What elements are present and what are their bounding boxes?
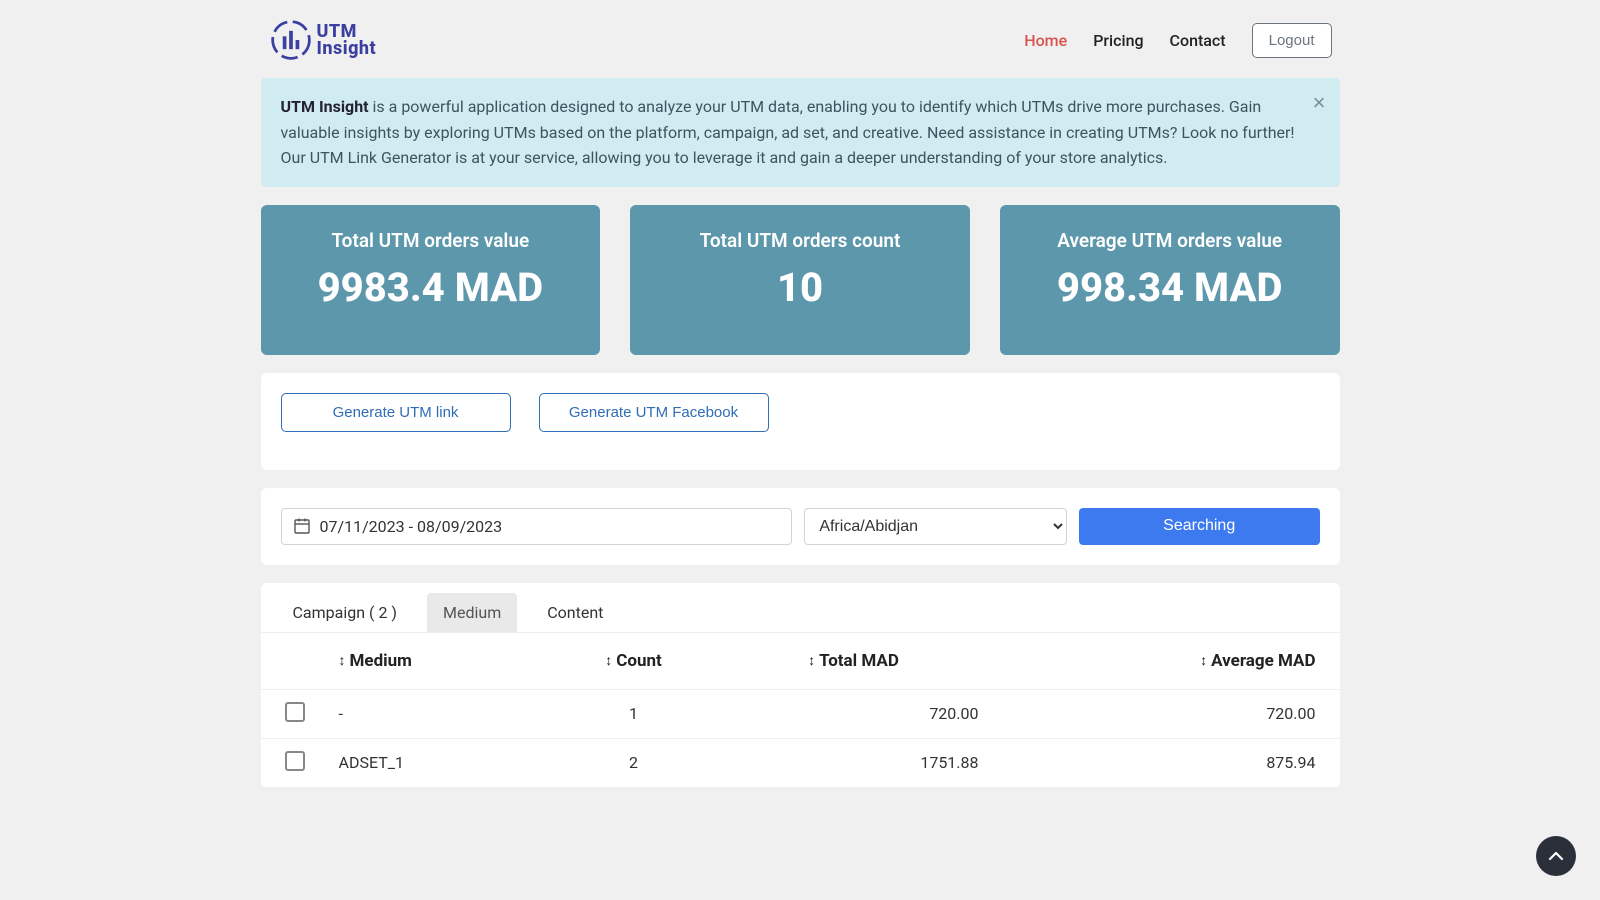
- search-button[interactable]: Searching: [1079, 508, 1320, 545]
- alert-body: is a powerful application designed to an…: [281, 97, 1295, 167]
- metrics-row: Total UTM orders value 9983.4 MAD Total …: [261, 205, 1340, 355]
- generators-panel: Generate UTM link Generate UTM Facebook: [261, 373, 1340, 470]
- chevron-up-icon: [1548, 848, 1564, 864]
- cell-count: 1: [549, 689, 719, 738]
- tab-medium[interactable]: Medium: [427, 593, 517, 632]
- sort-icon: ↕: [339, 652, 346, 669]
- nav-links: Home Pricing Contact Logout: [1024, 23, 1331, 58]
- metric-avg-value: Average UTM orders value 998.34 MAD: [1000, 205, 1340, 355]
- table-row: ADSET_1 2 1751.88 875.94: [261, 738, 1340, 787]
- metric-value: 10: [640, 264, 960, 311]
- cell-total: 720.00: [719, 689, 1019, 738]
- metric-total-count: Total UTM orders count 10: [630, 205, 970, 355]
- logo-chart-icon: [269, 18, 313, 62]
- metric-value: 998.34 MAD: [1010, 264, 1330, 311]
- alert-close-button[interactable]: ×: [1313, 90, 1326, 116]
- tab-campaign[interactable]: Campaign ( 2 ): [277, 593, 414, 632]
- logo-text: UTM Insight: [317, 23, 377, 57]
- col-checkbox: [261, 632, 329, 689]
- cell-medium: -: [329, 689, 549, 738]
- nav-pricing[interactable]: Pricing: [1093, 31, 1143, 50]
- nav-contact[interactable]: Contact: [1170, 31, 1226, 50]
- metric-title: Total UTM orders count: [640, 229, 960, 252]
- metric-total-value: Total UTM orders value 9983.4 MAD: [261, 205, 601, 355]
- close-icon: ×: [1313, 90, 1326, 115]
- cell-average: 875.94: [1019, 738, 1340, 787]
- metric-title: Average UTM orders value: [1010, 229, 1330, 252]
- generate-utm-link-button[interactable]: Generate UTM link: [281, 393, 511, 432]
- info-alert: UTM Insight is a powerful application de…: [261, 78, 1340, 187]
- metric-value: 9983.4 MAD: [271, 264, 591, 311]
- col-average[interactable]: ↕Average MAD: [1019, 632, 1340, 689]
- cell-count: 2: [549, 738, 719, 787]
- alert-strong: UTM Insight: [281, 97, 369, 116]
- calendar-icon: [294, 518, 310, 534]
- tabs: Campaign ( 2 ) Medium Content: [261, 583, 1340, 632]
- nav-home[interactable]: Home: [1024, 31, 1067, 50]
- date-range-value: 07/11/2023 - 08/09/2023: [320, 517, 503, 536]
- row-checkbox[interactable]: [285, 702, 305, 722]
- search-panel: 07/11/2023 - 08/09/2023 Africa/Abidjan S…: [261, 488, 1340, 565]
- generate-utm-facebook-button[interactable]: Generate UTM Facebook: [539, 393, 769, 432]
- metric-title: Total UTM orders value: [271, 229, 591, 252]
- results-table: ↕Medium ↕Count ↕Total MAD ↕Average MAD -…: [261, 632, 1340, 788]
- cell-total: 1751.88: [719, 738, 1019, 787]
- tab-content[interactable]: Content: [531, 593, 619, 632]
- cell-average: 720.00: [1019, 689, 1340, 738]
- col-medium[interactable]: ↕Medium: [329, 632, 549, 689]
- results-panel: Campaign ( 2 ) Medium Content ↕Medium ↕C…: [261, 583, 1340, 788]
- col-count[interactable]: ↕Count: [549, 632, 719, 689]
- date-range-input[interactable]: 07/11/2023 - 08/09/2023: [281, 508, 793, 545]
- scroll-top-button[interactable]: [1536, 836, 1576, 876]
- sort-icon: ↕: [605, 652, 612, 669]
- timezone-select[interactable]: Africa/Abidjan: [804, 508, 1067, 545]
- logout-button[interactable]: Logout: [1252, 23, 1332, 58]
- col-total[interactable]: ↕Total MAD: [719, 632, 1019, 689]
- brand-logo[interactable]: UTM Insight: [269, 18, 377, 62]
- table-row: - 1 720.00 720.00: [261, 689, 1340, 738]
- sort-icon: ↕: [808, 652, 815, 669]
- top-nav: UTM Insight Home Pricing Contact Logout: [261, 0, 1340, 78]
- sort-icon: ↕: [1200, 652, 1207, 669]
- cell-medium: ADSET_1: [329, 738, 549, 787]
- row-checkbox[interactable]: [285, 751, 305, 771]
